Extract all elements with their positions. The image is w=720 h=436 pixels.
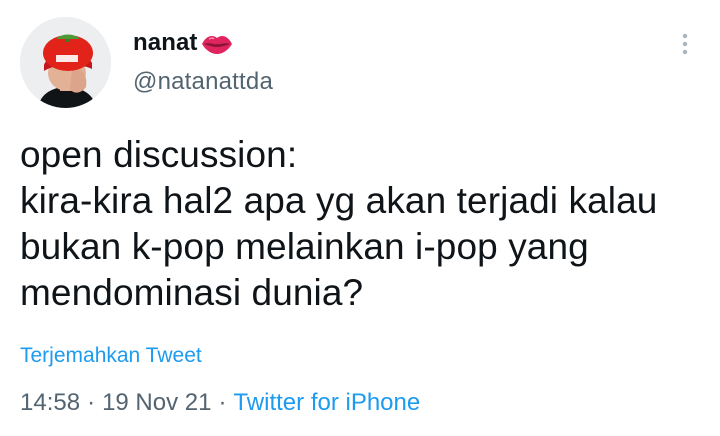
- tweet-card: nanat @natanattda open discussion: kira-…: [0, 0, 720, 436]
- translate-tweet-link[interactable]: Terjemahkan Tweet: [20, 344, 202, 368]
- separator-dot: ·: [218, 389, 227, 416]
- tweet-metadata: 14:58 · 19 Nov 21 · Twitter for iPhone: [20, 389, 420, 417]
- display-name[interactable]: nanat: [133, 29, 198, 57]
- user-handle[interactable]: @natanattda: [133, 68, 273, 96]
- tweet-date[interactable]: 19 Nov 21: [102, 389, 211, 417]
- lips-icon: [200, 30, 234, 56]
- more-options-button[interactable]: [672, 30, 698, 58]
- tweet-time[interactable]: 14:58: [20, 389, 80, 417]
- avatar-image: [20, 17, 111, 108]
- avatar[interactable]: [20, 17, 111, 108]
- tweet-text: open discussion: kira-kira hal2 apa yg a…: [20, 134, 658, 313]
- more-vertical-icon: [682, 33, 688, 55]
- display-name-row[interactable]: nanat: [133, 28, 234, 58]
- source-link[interactable]: Twitter for iPhone: [233, 389, 420, 417]
- separator-dot: ·: [87, 389, 96, 416]
